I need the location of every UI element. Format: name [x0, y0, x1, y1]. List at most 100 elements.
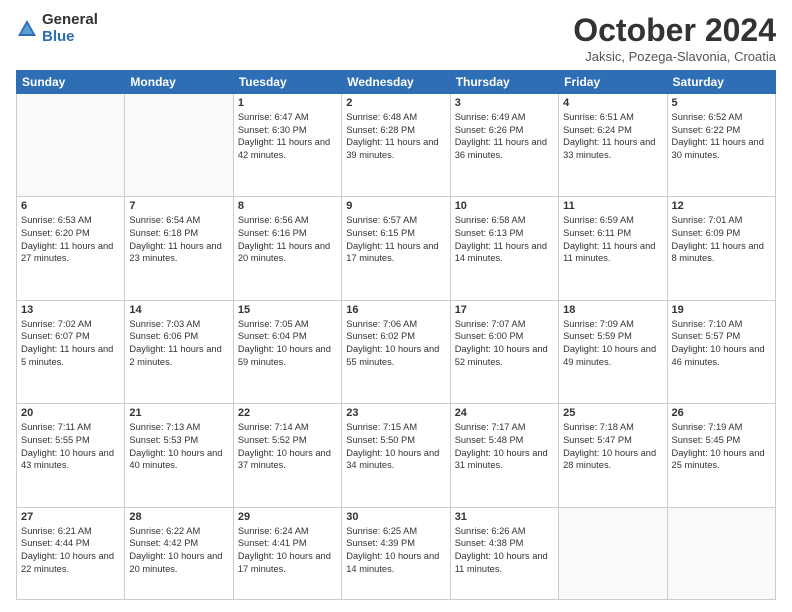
table-row: 7 Sunrise: 6:54 AMSunset: 6:18 PMDaylight…: [125, 197, 233, 300]
col-sunday: Sunday: [17, 71, 125, 94]
table-row: 13 Sunrise: 7:02 AMSunset: 6:07 PMDayligh…: [17, 300, 125, 403]
day-number: 23: [346, 407, 445, 419]
day-number: 15: [238, 304, 337, 316]
day-number: 5: [672, 97, 771, 109]
day-number: 7: [129, 200, 228, 212]
day-number: 26: [672, 407, 771, 419]
table-row: 2 Sunrise: 6:48 AMSunset: 6:28 PMDaylight…: [342, 94, 450, 197]
table-row: 31 Sunrise: 6:26 AMSunset: 4:38 PMDayligh…: [450, 507, 558, 599]
cell-details: Sunrise: 6:49 AMSunset: 6:26 PMDaylight:…: [455, 111, 554, 161]
col-wednesday: Wednesday: [342, 71, 450, 94]
table-row: 27 Sunrise: 6:21 AMSunset: 4:44 PMDayligh…: [17, 507, 125, 599]
day-number: 11: [563, 200, 662, 212]
title-block: October 2024 Jaksic, Pozega-Slavonia, Cr…: [573, 12, 776, 64]
day-number: 30: [346, 511, 445, 523]
day-number: 4: [563, 97, 662, 109]
cell-details: Sunrise: 6:24 AMSunset: 4:41 PMDaylight:…: [238, 525, 337, 575]
cell-details: Sunrise: 7:14 AMSunset: 5:52 PMDaylight:…: [238, 421, 337, 471]
cell-details: Sunrise: 6:47 AMSunset: 6:30 PMDaylight:…: [238, 111, 337, 161]
table-row: 16 Sunrise: 7:06 AMSunset: 6:02 PMDayligh…: [342, 300, 450, 403]
cell-details: Sunrise: 7:02 AMSunset: 6:07 PMDaylight:…: [21, 318, 120, 368]
table-row: 24 Sunrise: 7:17 AMSunset: 5:48 PMDayligh…: [450, 404, 558, 507]
table-row: 30 Sunrise: 6:25 AMSunset: 4:39 PMDayligh…: [342, 507, 450, 599]
cell-details: Sunrise: 7:03 AMSunset: 6:06 PMDaylight:…: [129, 318, 228, 368]
day-number: 2: [346, 97, 445, 109]
table-row: 20 Sunrise: 7:11 AMSunset: 5:55 PMDayligh…: [17, 404, 125, 507]
table-row: 4Sunrise: 6:51 AMSunset: 6:24 PMDaylight…: [559, 94, 667, 197]
calendar-table: Sunday Monday Tuesday Wednesday Thursday…: [16, 70, 776, 600]
logo-icon: [16, 18, 38, 40]
table-row: [17, 94, 125, 197]
logo-text: General Blue: [42, 12, 98, 45]
cell-details: Sunrise: 6:22 AMSunset: 4:42 PMDaylight:…: [129, 525, 228, 575]
cell-details: Sunrise: 7:10 AMSunset: 5:57 PMDaylight:…: [672, 318, 771, 368]
header: General Blue October 2024 Jaksic, Pozega…: [16, 12, 776, 64]
cell-details: Sunrise: 6:56 AMSunset: 6:16 PMDaylight:…: [238, 214, 337, 264]
day-number: 1: [238, 97, 337, 109]
day-number: 10: [455, 200, 554, 212]
table-row: 28 Sunrise: 6:22 AMSunset: 4:42 PMDayligh…: [125, 507, 233, 599]
day-number: 25: [563, 407, 662, 419]
day-number: 21: [129, 407, 228, 419]
table-row: 26 Sunrise: 7:19 AMSunset: 5:45 PMDayligh…: [667, 404, 775, 507]
cell-details: Sunrise: 7:18 AMSunset: 5:47 PMDaylight:…: [563, 421, 662, 471]
col-thursday: Thursday: [450, 71, 558, 94]
calendar-page: General Blue October 2024 Jaksic, Pozega…: [0, 0, 792, 612]
col-friday: Friday: [559, 71, 667, 94]
cell-details: Sunrise: 7:11 AMSunset: 5:55 PMDaylight:…: [21, 421, 120, 471]
table-row: [125, 94, 233, 197]
day-number: 31: [455, 511, 554, 523]
day-number: 13: [21, 304, 120, 316]
table-row: 17 Sunrise: 7:07 AMSunset: 6:00 PMDayligh…: [450, 300, 558, 403]
day-number: 22: [238, 407, 337, 419]
table-row: 19 Sunrise: 7:10 AMSunset: 5:57 PMDayligh…: [667, 300, 775, 403]
table-row: 21Sunrise: 7:13 AMSunset: 5:53 PMDayligh…: [125, 404, 233, 507]
cell-details: Sunrise: 6:21 AMSunset: 4:44 PMDaylight:…: [21, 525, 120, 575]
cell-details: Sunrise: 6:58 AMSunset: 6:13 PMDaylight:…: [455, 214, 554, 264]
cell-details: Sunrise: 7:01 AMSunset: 6:09 PMDaylight:…: [672, 214, 771, 264]
day-number: 9: [346, 200, 445, 212]
table-row: 3Sunrise: 6:49 AMSunset: 6:26 PMDaylight…: [450, 94, 558, 197]
cell-details: Sunrise: 6:48 AMSunset: 6:28 PMDaylight:…: [346, 111, 445, 161]
day-number: 8: [238, 200, 337, 212]
logo-blue: Blue: [42, 29, 98, 46]
table-row: 29 Sunrise: 6:24 AMSunset: 4:41 PMDayligh…: [233, 507, 341, 599]
day-number: 17: [455, 304, 554, 316]
table-row: [667, 507, 775, 599]
day-number: 24: [455, 407, 554, 419]
cell-details: Sunrise: 7:19 AMSunset: 5:45 PMDaylight:…: [672, 421, 771, 471]
col-saturday: Saturday: [667, 71, 775, 94]
cell-details: Sunrise: 6:53 AMSunset: 6:20 PMDaylight:…: [21, 214, 120, 264]
col-monday: Monday: [125, 71, 233, 94]
cell-details: Sunrise: 7:17 AMSunset: 5:48 PMDaylight:…: [455, 421, 554, 471]
table-row: 8 Sunrise: 6:56 AMSunset: 6:16 PMDaylight…: [233, 197, 341, 300]
day-number: 20: [21, 407, 120, 419]
cell-details: Sunrise: 6:26 AMSunset: 4:38 PMDaylight:…: [455, 525, 554, 575]
cell-details: Sunrise: 6:59 AMSunset: 6:11 PMDaylight:…: [563, 214, 662, 264]
table-row: 5 Sunrise: 6:52 AMSunset: 6:22 PMDaylight…: [667, 94, 775, 197]
location: Jaksic, Pozega-Slavonia, Croatia: [573, 49, 776, 64]
cell-details: Sunrise: 6:52 AMSunset: 6:22 PMDaylight:…: [672, 111, 771, 161]
cell-details: Sunrise: 7:06 AMSunset: 6:02 PMDaylight:…: [346, 318, 445, 368]
day-number: 14: [129, 304, 228, 316]
table-row: 18Sunrise: 7:09 AMSunset: 5:59 PMDayligh…: [559, 300, 667, 403]
header-row: Sunday Monday Tuesday Wednesday Thursday…: [17, 71, 776, 94]
table-row: 6 Sunrise: 6:53 AMSunset: 6:20 PMDaylight…: [17, 197, 125, 300]
table-row: 12 Sunrise: 7:01 AMSunset: 6:09 PMDayligh…: [667, 197, 775, 300]
cell-details: Sunrise: 7:09 AMSunset: 5:59 PMDaylight:…: [563, 318, 662, 368]
day-number: 6: [21, 200, 120, 212]
col-tuesday: Tuesday: [233, 71, 341, 94]
day-number: 28: [129, 511, 228, 523]
table-row: 15Sunrise: 7:05 AMSunset: 6:04 PMDayligh…: [233, 300, 341, 403]
day-number: 12: [672, 200, 771, 212]
cell-details: Sunrise: 6:54 AMSunset: 6:18 PMDaylight:…: [129, 214, 228, 264]
day-number: 16: [346, 304, 445, 316]
month-title: October 2024: [573, 12, 776, 49]
day-number: 27: [21, 511, 120, 523]
table-row: 14 Sunrise: 7:03 AMSunset: 6:06 PMDayligh…: [125, 300, 233, 403]
cell-details: Sunrise: 6:25 AMSunset: 4:39 PMDaylight:…: [346, 525, 445, 575]
day-number: 29: [238, 511, 337, 523]
day-number: 19: [672, 304, 771, 316]
table-row: 1 Sunrise: 6:47 AMSunset: 6:30 PMDaylight…: [233, 94, 341, 197]
cell-details: Sunrise: 7:07 AMSunset: 6:00 PMDaylight:…: [455, 318, 554, 368]
